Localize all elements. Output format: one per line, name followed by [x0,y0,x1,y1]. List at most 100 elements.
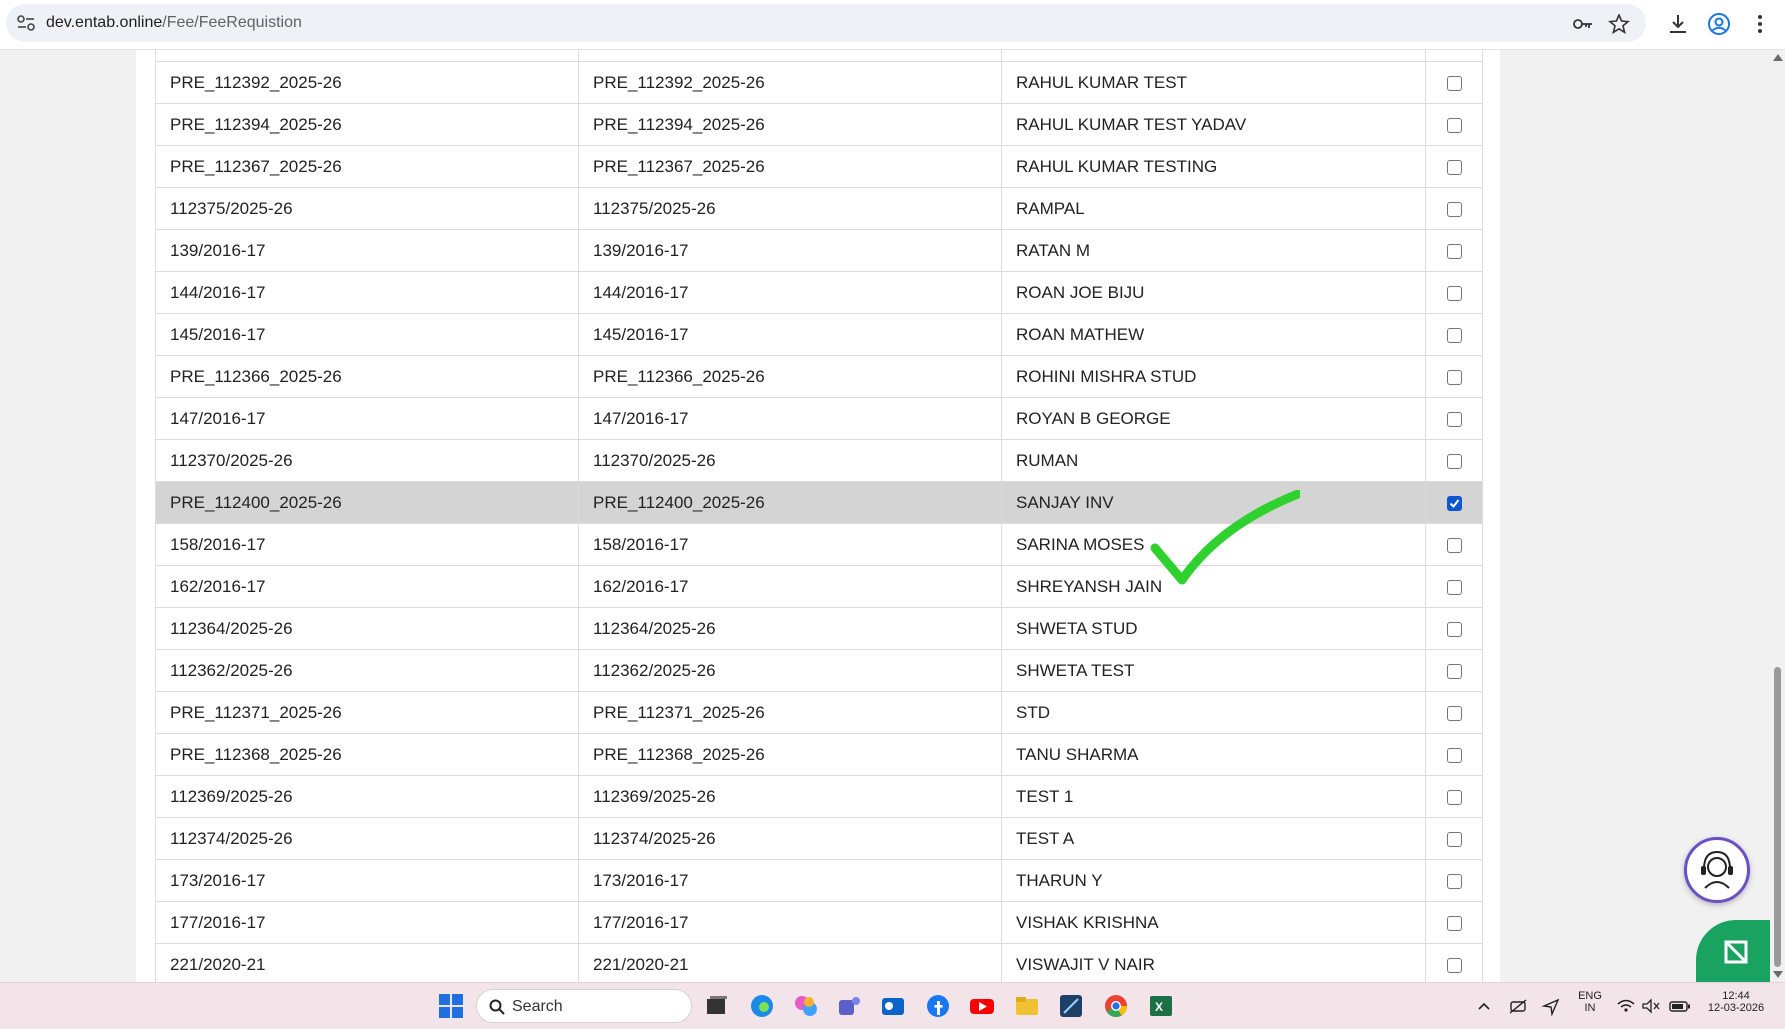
table-row[interactable]: PRE_112394_2025-26 PRE_112394_2025-26 RAHU… [155,104,1483,146]
row-select-checkbox[interactable] [1447,748,1462,763]
row-select-checkbox[interactable] [1447,244,1462,259]
row-select-checkbox[interactable] [1447,916,1462,931]
row-select-checkbox[interactable] [1447,412,1462,427]
url-text[interactable]: dev.entab.online/Fee/FeeRequistion [46,14,302,32]
admission-no-cell: PRE_112367_2025-26 [155,146,578,188]
snipping-tool-icon[interactable] [1058,993,1084,1019]
headset-agent-icon [1701,850,1733,889]
registration-no-cell: PRE_112392_2025-26 [578,62,1001,104]
download-icon[interactable] [1666,12,1690,36]
table-row[interactable]: 112362/2025-26 112362/2025-26 SHWETA TEST [155,650,1483,692]
page-scrollbar[interactable] [1770,50,1785,982]
battery-icon[interactable] [1668,993,1692,1019]
table-row[interactable]: PRE_112371_2025-26 PRE_112371_2025-26 STD [155,692,1483,734]
registration-no-cell: 173/2016-17 [578,860,1001,902]
table-row[interactable]: 144/2016-17 144/2016-17 ROAN JOE BIJU [155,272,1483,314]
row-select-checkbox[interactable] [1447,958,1462,973]
expand-widget-button[interactable] [1696,920,1770,982]
location-icon[interactable] [1541,993,1561,1019]
scroll-thumb[interactable] [1774,667,1781,967]
admission-no-cell: 177/2016-17 [155,902,578,944]
registration-no-cell: PRE_112371_2025-26 [578,692,1001,734]
row-select-checkbox[interactable] [1447,580,1462,595]
row-select-checkbox[interactable] [1447,286,1462,301]
select-cell [1425,62,1483,104]
scroll-up-arrow-icon[interactable] [1773,54,1783,61]
table-row[interactable]: 145/2016-17 145/2016-17 ROAN MATHEW [155,314,1483,356]
student-name-cell: ROAN JOE BIJU [1001,272,1425,314]
student-name-cell: STD [1001,692,1425,734]
table-row[interactable]: 112369/2025-26 112369/2025-26 TEST 1 [155,776,1483,818]
bookmark-star-icon[interactable] [1608,14,1630,34]
page-content: PRE_112393_2025-26PRE_112393_2025-26RAHU… [0,50,1770,982]
admission-no-cell: 144/2016-17 [155,272,578,314]
select-cell [1425,440,1483,482]
table-row[interactable]: 112375/2025-26 112375/2025-26 RAMPAL [155,188,1483,230]
table-row[interactable]: 221/2020-21 221/2020-21 VISWAJIT V NAIR [155,944,1483,982]
row-select-checkbox[interactable] [1447,454,1462,469]
row-select-checkbox[interactable] [1447,118,1462,133]
network-off-icon[interactable] [1508,993,1528,1019]
table-row[interactable]: PRE_112366_2025-26 PRE_112366_2025-26 ROHI… [155,356,1483,398]
taskbar-search[interactable]: Search [476,989,692,1023]
row-select-checkbox[interactable] [1447,664,1462,679]
task-view-icon[interactable] [704,993,730,1019]
chrome-icon[interactable] [1103,993,1129,1019]
table-row[interactable]: PRE_112393_2025-26PRE_112393_2025-26RAHU… [155,50,1483,62]
select-cell [1425,272,1483,314]
select-cell [1425,692,1483,734]
more-menu-icon[interactable] [1748,12,1772,36]
table-row[interactable]: PRE_112367_2025-26 PRE_112367_2025-26 RAHU… [155,146,1483,188]
row-select-checkbox[interactable] [1447,202,1462,217]
password-key-icon[interactable] [1572,14,1594,34]
excel-icon[interactable]: X [1148,993,1174,1019]
search-label: Search [512,998,563,1015]
file-explorer-icon[interactable] [1014,993,1040,1019]
facebook-icon[interactable] [925,993,951,1019]
row-select-checkbox[interactable] [1447,370,1462,385]
table-row[interactable]: 112364/2025-26 112364/2025-26 SHWETA STUD [155,608,1483,650]
row-select-checkbox[interactable] [1447,706,1462,721]
select-cell [1425,818,1483,860]
outlook-icon[interactable] [880,993,906,1019]
student-name-cell: ROHINI MISHRA STUD [1001,356,1425,398]
clock-date: 12-03-2026 [1707,1002,1765,1014]
edge-browser-icon[interactable] [749,993,775,1019]
row-select-checkbox[interactable] [1447,832,1462,847]
table-row[interactable]: PRE_112392_2025-26 PRE_112392_2025-26 RAHU… [155,62,1483,104]
language-indicator[interactable]: ENG IN [1575,990,1605,1014]
svg-text:X: X [1155,1000,1163,1014]
scroll-down-arrow-icon[interactable] [1773,971,1783,978]
teams-icon[interactable] [836,993,862,1019]
row-select-checkbox[interactable] [1447,874,1462,889]
table-row[interactable]: 112374/2025-26 112374/2025-26 TEST A [155,818,1483,860]
row-select-checkbox[interactable] [1447,76,1462,91]
tray-chevron-up-icon[interactable] [1476,993,1492,1019]
youtube-icon[interactable] [969,993,995,1019]
row-select-checkbox[interactable] [1447,328,1462,343]
registration-no-cell: PRE_112400_2025-26 [578,482,1001,524]
table-row[interactable]: 112370/2025-26 112370/2025-26 RUMAN [155,440,1483,482]
profile-icon[interactable] [1707,12,1731,36]
student-name-cell: RAHUL KUMAR TEST [1001,62,1425,104]
copilot-icon[interactable] [793,993,819,1019]
row-select-checkbox[interactable] [1447,496,1462,511]
clock[interactable]: 12:44 12-03-2026 [1700,990,1772,1014]
address-bar[interactable]: dev.entab.online/Fee/FeeRequistion [6,4,1646,42]
row-select-checkbox[interactable] [1447,538,1462,553]
row-select-checkbox[interactable] [1447,622,1462,637]
wifi-icon[interactable] [1616,993,1636,1019]
speaker-muted-icon[interactable] [1641,993,1661,1019]
select-cell [1425,356,1483,398]
table-row[interactable]: 147/2016-17 147/2016-17 ROYAN B GEORGE [155,398,1483,440]
table-row[interactable]: 139/2016-17 139/2016-17 RATAN M [155,230,1483,272]
row-select-checkbox[interactable] [1447,790,1462,805]
windows-start-icon[interactable] [438,993,464,1019]
support-agent-button[interactable] [1684,837,1750,903]
table-row[interactable]: PRE_112368_2025-26 PRE_112368_2025-26 TANU… [155,734,1483,776]
admission-no-cell: 147/2016-17 [155,398,578,440]
site-info-icon[interactable] [16,14,36,32]
row-select-checkbox[interactable] [1447,160,1462,175]
table-row[interactable]: 173/2016-17 173/2016-17 THARUN Y [155,860,1483,902]
table-row[interactable]: 177/2016-17 177/2016-17 VISHAK KRISHNA [155,902,1483,944]
